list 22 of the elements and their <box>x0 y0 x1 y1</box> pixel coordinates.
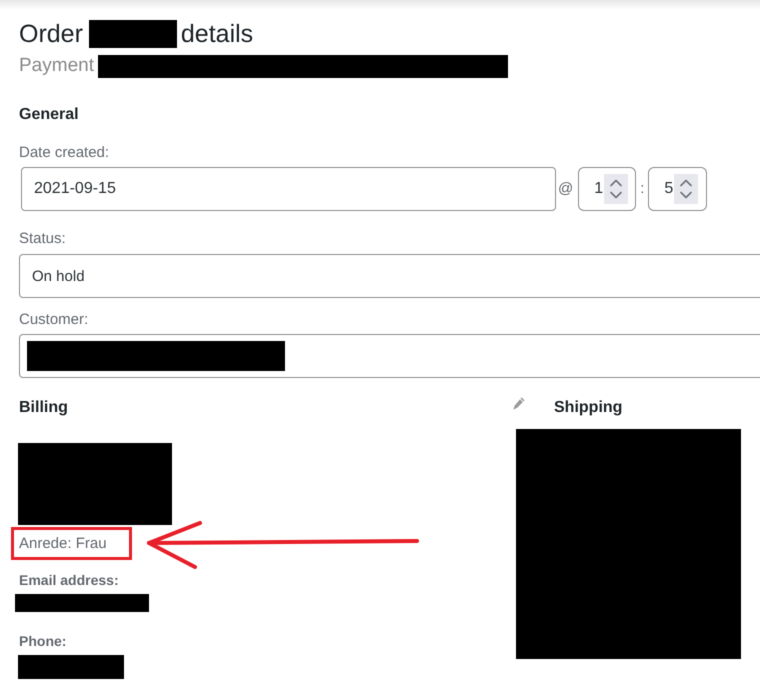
field-label: Date created: <box>19 144 110 162</box>
field-label: Customer: <box>19 311 88 329</box>
field-label: Status: <box>19 230 66 248</box>
colon-text: : <box>640 180 644 198</box>
title-text: Order <box>19 19 83 49</box>
field-label: Email address: <box>19 572 119 589</box>
minute-field[interactable]: 5 <box>648 167 708 211</box>
field-label: Phone: <box>19 633 66 650</box>
at-sign-text: @ <box>558 180 574 198</box>
status-select[interactable]: On hold <box>19 254 760 298</box>
billing-heading: Billing <box>19 398 68 418</box>
shipping-heading: Shipping <box>554 398 622 418</box>
section-heading: General <box>19 105 79 125</box>
salutation-text: Anrede: Frau <box>19 534 107 552</box>
pencil-icon[interactable] <box>513 397 525 410</box>
date-field[interactable]: 2021-09-15 <box>21 167 556 211</box>
customer-select[interactable] <box>19 334 760 378</box>
stepper-icon[interactable] <box>674 174 698 204</box>
hour-field[interactable]: 1 <box>578 167 636 211</box>
title-text: details <box>180 19 254 49</box>
subtitle-text: Payment <box>19 54 94 78</box>
stepper-icon[interactable] <box>604 174 628 204</box>
